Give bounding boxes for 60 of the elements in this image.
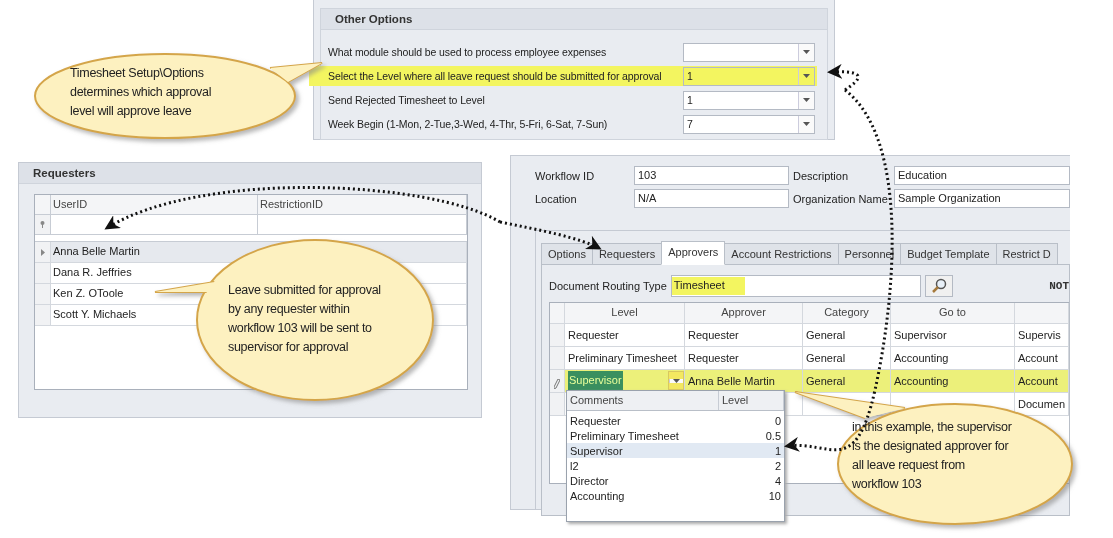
table-cell: Preliminary Timesheet — [565, 347, 685, 369]
dropdown-item[interactable]: Requester 0 — [567, 413, 784, 428]
callout-text: Timesheet Setup\Options determines which approval level will approve leave — [70, 65, 212, 120]
tab[interactable]: Approvers — [661, 241, 726, 265]
text-field[interactable]: Education — [894, 166, 1070, 185]
dropdown-item[interactable]: Director 4 — [567, 473, 784, 488]
option-label: Select the Level where all leave request should be submitted for approval — [328, 70, 662, 82]
table-cell: Requester — [565, 324, 685, 346]
field-label: Document Routing Type — [549, 280, 667, 292]
table-cell: Ken Z. OToole — [53, 287, 124, 299]
routing-type-field[interactable]: Timesheet — [670, 275, 921, 297]
column-header[interactable]: Comments — [567, 391, 719, 410]
field-label: Location — [535, 192, 578, 205]
table-cell: Scott Y. Michaels — [53, 308, 137, 320]
tab[interactable]: Account Restrictions — [724, 243, 839, 265]
approver-row[interactable]: Requester Requester General Supervisor Supervis — [550, 324, 1069, 347]
panel-title: Other Options — [321, 9, 827, 30]
tab[interactable]: Personnel — [837, 243, 902, 265]
field-label: Description — [793, 169, 850, 182]
text-field[interactable]: Sample Organization — [894, 189, 1070, 208]
table-cell: Supervisor — [891, 324, 1015, 346]
table-cell: Account — [1015, 347, 1069, 369]
tab[interactable]: Budget Template — [900, 243, 997, 265]
table-cell: Requester — [685, 347, 803, 369]
table-cell: General — [803, 324, 891, 346]
table-cell: Dana R. Jeffries — [53, 266, 132, 278]
tab[interactable]: Options — [541, 243, 593, 265]
dropdown-item[interactable]: Preliminary Timesheet 0.5 — [567, 428, 784, 443]
option-label: Send Rejected Timesheet to Level — [328, 94, 485, 106]
callout-text: in this example, the supervisor is the designated approver for all leave request from workflow 103 — [852, 419, 1012, 493]
tab[interactable]: Restrict D — [995, 243, 1058, 265]
table-cell: Requester — [685, 324, 803, 346]
tab[interactable]: Requesters — [591, 243, 663, 265]
dropdown-item[interactable]: Supervisor 1 — [567, 443, 784, 458]
table-cell: Accounting — [891, 370, 1015, 392]
table-cell: Anna Belle Martin — [53, 245, 140, 257]
approver-row[interactable]: Supervisor Anna Belle Martin General Accounting Account — [550, 370, 1069, 393]
table-cell: General — [803, 347, 891, 369]
option-label: Week Begin (1-Mon, 2-Tue,3-Wed, 4-Thr, 5-Fri, 6-Sat, 7-Sun) — [328, 118, 608, 130]
table-cell: Account — [1015, 370, 1069, 392]
column-header[interactable]: Level — [719, 391, 784, 410]
option-label: What module should be used to process employee expenses — [328, 46, 607, 58]
callout-text: Leave submitted for approval by any requester within workflow 103 will be sent to supervisor for approval — [228, 282, 381, 356]
table-cell: Supervis — [1015, 324, 1069, 346]
text-field[interactable]: 103 — [634, 166, 789, 185]
field-label: Organization Name — [793, 192, 889, 205]
dropdown-item[interactable]: l2 2 — [567, 458, 784, 473]
field-label: Workflow ID — [535, 169, 596, 182]
column-header[interactable]: Go to — [891, 303, 1015, 323]
option-dropdown[interactable]: 1 — [683, 66, 815, 86]
column-header[interactable]: Approver — [685, 303, 803, 323]
text-field[interactable]: N/A — [634, 189, 789, 208]
table-cell: Accounting — [891, 347, 1015, 369]
note-label: NOT — [1049, 280, 1069, 292]
option-dropdown[interactable]: 7 — [683, 114, 815, 134]
column-header[interactable]: Category — [803, 303, 891, 323]
panel-title: Requesters — [19, 163, 481, 184]
column-header[interactable]: Level — [565, 303, 685, 323]
option-dropdown[interactable]: 1 — [683, 90, 815, 110]
dropdown-item[interactable]: Accounting 10 — [567, 488, 784, 503]
